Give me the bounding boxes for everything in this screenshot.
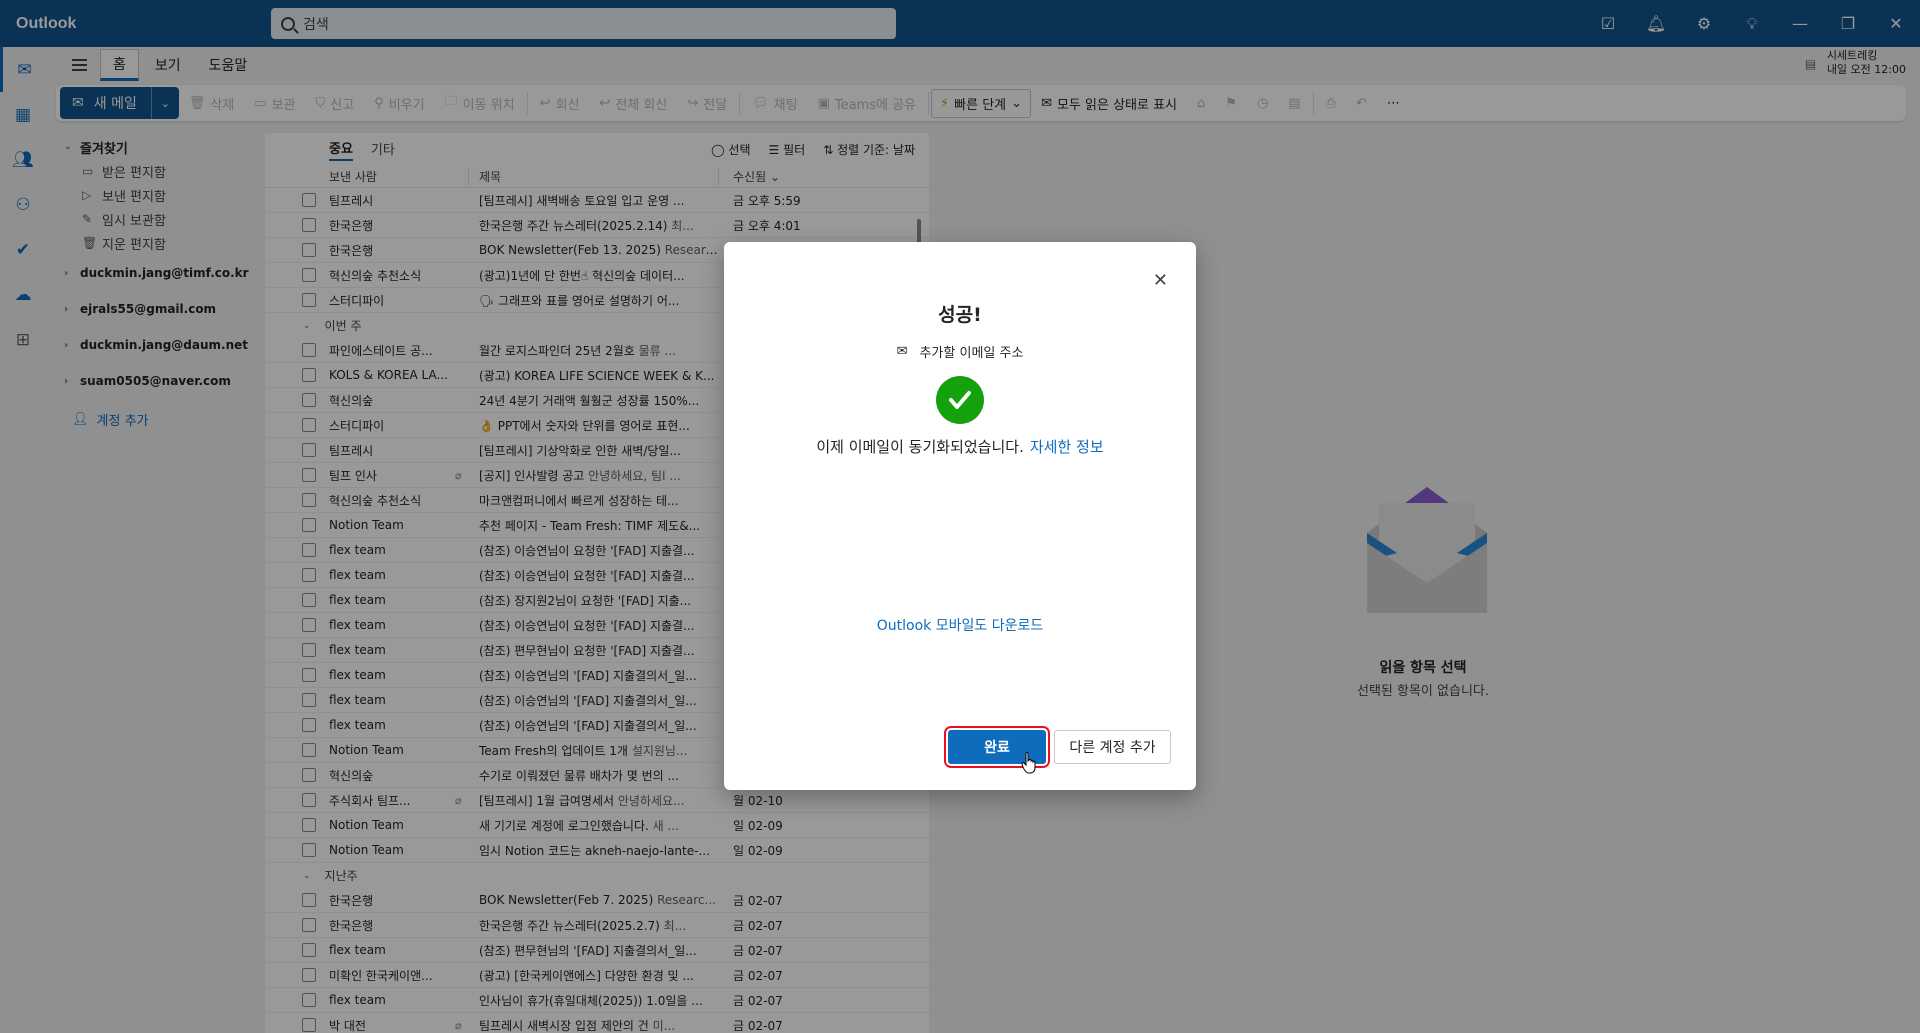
- email-label: 추가할 이메일 주소: [919, 346, 1024, 361]
- checkmark-icon: [936, 376, 984, 424]
- dialog-title: 성공!: [938, 304, 982, 326]
- add-another-account-button[interactable]: 다른 계정 추가: [1054, 730, 1171, 764]
- close-icon[interactable]: ✕: [1153, 270, 1168, 291]
- more-info-link[interactable]: 자세한 정보: [1030, 438, 1104, 456]
- mobile-download-link[interactable]: Outlook 모바일도 다운로드: [724, 615, 1196, 635]
- sync-message-text: 이제 이메일이 동기화되었습니다.: [816, 438, 1024, 456]
- email-row: ✉ 추가할 이메일 주소: [724, 342, 1196, 361]
- hand-cursor-icon: [1021, 752, 1036, 774]
- success-dialog: ✕ 성공! ✉ 추가할 이메일 주소 이제 이메일이 동기화되었습니다. 자세한 …: [724, 242, 1196, 790]
- sync-message: 이제 이메일이 동기화되었습니다. 자세한 정보: [724, 436, 1196, 457]
- mail-icon: ✉: [896, 344, 908, 359]
